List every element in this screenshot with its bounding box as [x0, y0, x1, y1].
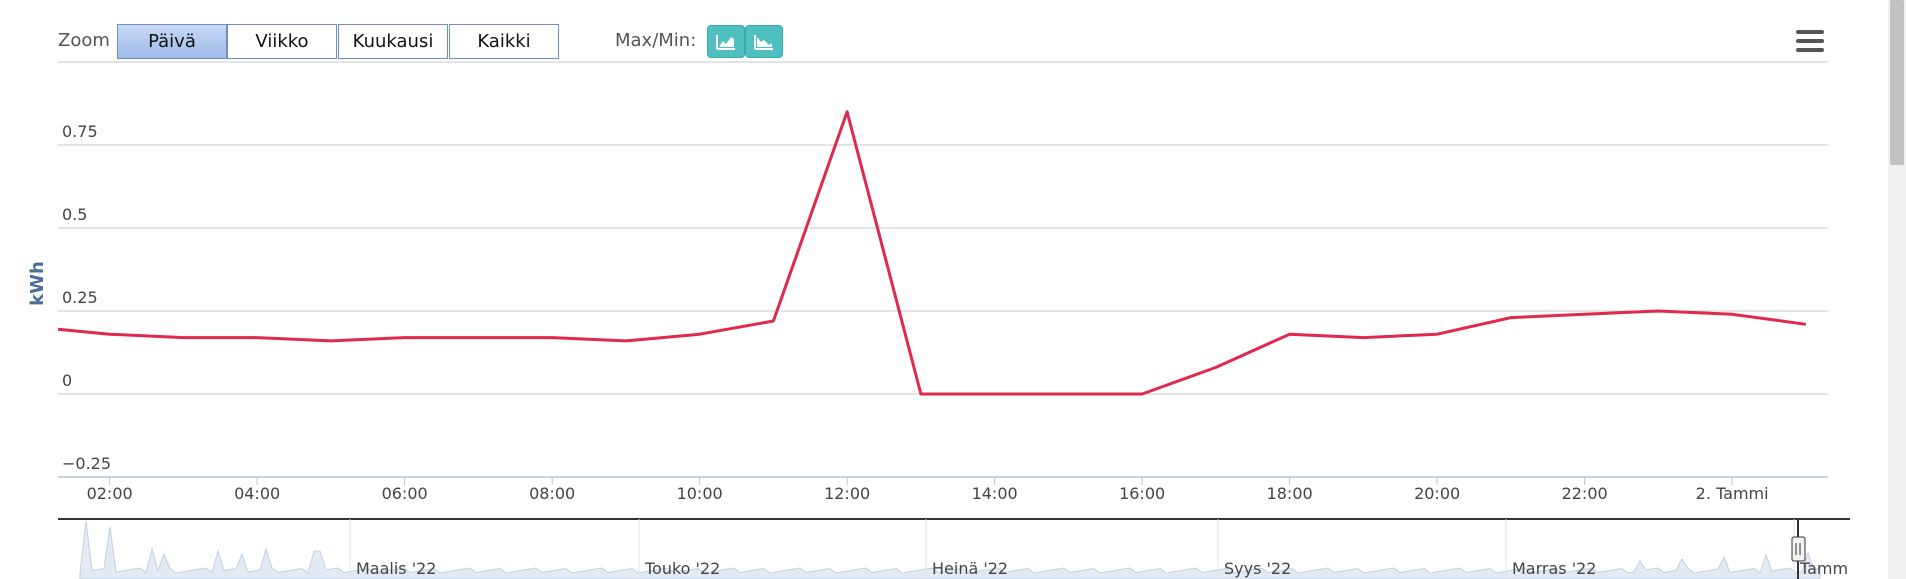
- series-layer: [57, 110, 1807, 396]
- chart-grid: [58, 61, 1828, 478]
- x-tick-label: 10:00: [677, 484, 723, 503]
- x-tick-label: 22:00: [1562, 484, 1608, 503]
- series-line: [57, 110, 1807, 396]
- navigator-label: Touko '22: [644, 559, 720, 578]
- y-axis-title: kWh: [27, 261, 48, 306]
- x-tick-label: 16:00: [1119, 484, 1165, 503]
- x-tick-label: 14:00: [972, 484, 1018, 503]
- x-tick-label: 12:00: [824, 484, 870, 503]
- navigator-label: Maalis '22: [356, 559, 436, 578]
- navigator-label: Marras '22: [1512, 559, 1596, 578]
- x-tick-label: 18:00: [1267, 484, 1313, 503]
- y-tick-label: −0.25: [62, 454, 111, 473]
- navigator-label: Syys '22: [1224, 559, 1291, 578]
- x-axis-ticks: 02:00 04:00 06:00 08:00 10:00 12:00 14:00 16:00…: [87, 477, 1769, 503]
- page-scrollbar-thumb[interactable]: [1890, 0, 1904, 165]
- navigator-label: Tamm: [1799, 559, 1848, 578]
- y-tick-label: 0: [62, 371, 72, 390]
- x-tick-label: 06:00: [382, 484, 428, 503]
- navigator-handle[interactable]: [1791, 536, 1806, 562]
- navigator: Maalis '22 Touko '22 Heinä '22 Syys '22 Marr…: [58, 518, 1850, 579]
- y-tick-label: 0.5: [62, 205, 87, 224]
- energy-chart: −0.25 0 0.25 0.5 0.75 02:00 04:00 06:00 08:00 10…: [27, 61, 1850, 579]
- y-tick-label: 0.75: [62, 122, 98, 141]
- x-tick-label: 2. Tammi: [1696, 484, 1769, 503]
- x-tick-label: 02:00: [87, 484, 133, 503]
- x-tick-label: 04:00: [234, 484, 280, 503]
- x-tick-label: 08:00: [529, 484, 575, 503]
- y-axis-ticks: −0.25 0 0.25 0.5 0.75: [62, 122, 111, 473]
- x-tick-label: 20:00: [1414, 484, 1460, 503]
- y-tick-label: 0.25: [62, 288, 98, 307]
- navigator-label: Heinä '22: [932, 559, 1008, 578]
